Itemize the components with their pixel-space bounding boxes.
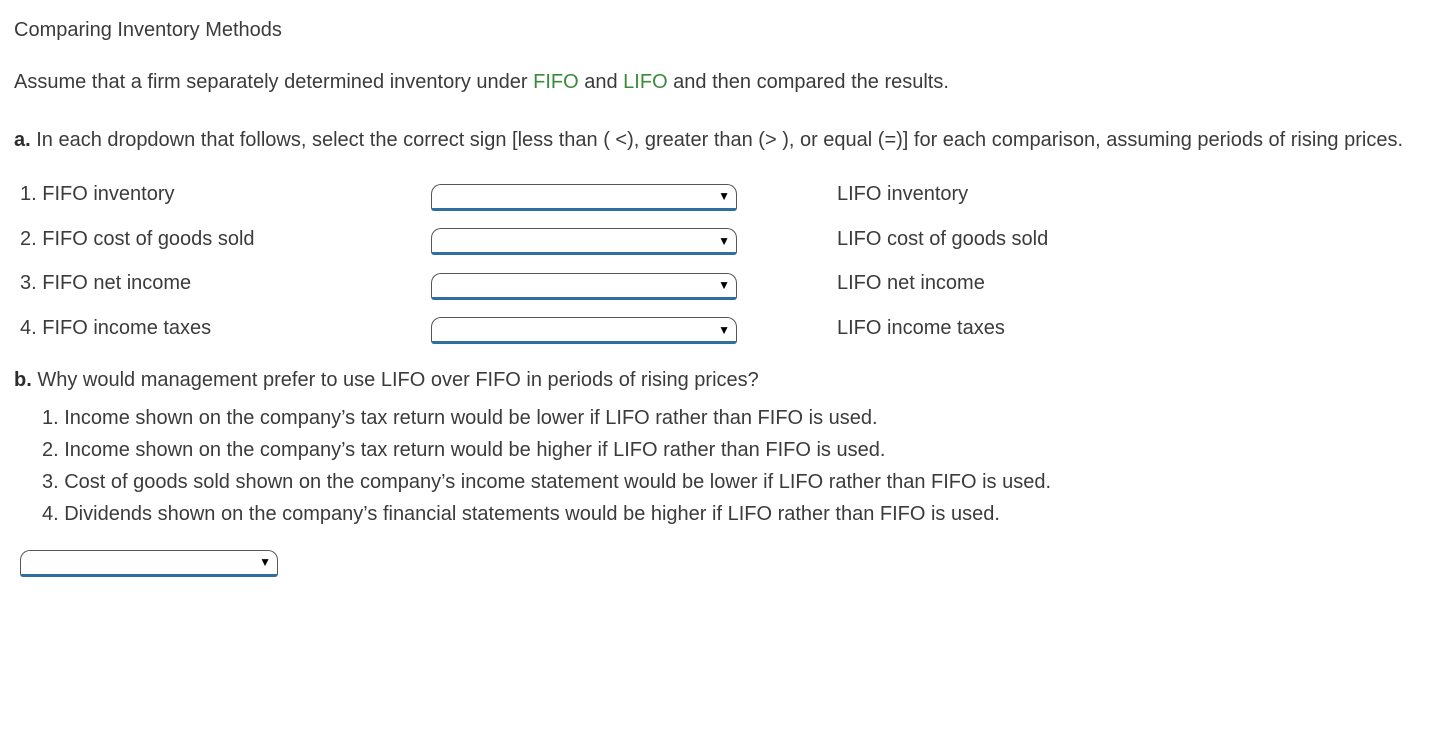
- comparison-left: 2. FIFO cost of goods sold: [14, 217, 425, 262]
- comparison-left: 1. FIFO inventory: [14, 172, 425, 217]
- part-a-text: In each dropdown that follows, select th…: [31, 129, 1403, 151]
- table-row: 3. FIFO net income ▼ LIFO net income: [14, 261, 1048, 306]
- part-b-letter: b.: [14, 369, 32, 391]
- comparison-dropdown-3[interactable]: ▼: [431, 273, 737, 300]
- comparison-dropdown-4[interactable]: ▼: [431, 317, 737, 344]
- answer-option-1: 1. Income shown on the company’s tax ret…: [42, 402, 1422, 434]
- comparison-right: LIFO inventory: [831, 172, 1048, 217]
- chevron-down-icon: ▼: [259, 556, 271, 568]
- intro-post: and then compared the results.: [668, 71, 949, 93]
- comparison-left: 3. FIFO net income: [14, 261, 425, 306]
- intro-text: Assume that a firm separately determined…: [14, 66, 1422, 98]
- table-row: 1. FIFO inventory ▼ LIFO inventory: [14, 172, 1048, 217]
- answer-option-2: 2. Income shown on the company’s tax ret…: [42, 434, 1422, 466]
- page-title: Comparing Inventory Methods: [14, 14, 1422, 46]
- comparison-right: LIFO income taxes: [831, 306, 1048, 351]
- table-row: 2. FIFO cost of goods sold ▼ LIFO cost o…: [14, 217, 1048, 262]
- answer-option-3: 3. Cost of goods sold shown on the compa…: [42, 466, 1422, 498]
- question-page: Comparing Inventory Methods Assume that …: [0, 0, 1436, 597]
- intro-mid1: and: [579, 71, 623, 93]
- comparison-dropdown-1[interactable]: ▼: [431, 184, 737, 211]
- chevron-down-icon: ▼: [718, 324, 730, 336]
- chevron-down-icon: ▼: [718, 190, 730, 202]
- comparison-dropdown-2[interactable]: ▼: [431, 228, 737, 255]
- part-b-dropdown[interactable]: ▼: [20, 550, 278, 577]
- intro-pre: Assume that a firm separately determined…: [14, 71, 533, 93]
- answer-options: 1. Income shown on the company’s tax ret…: [14, 402, 1422, 530]
- table-row: 4. FIFO income taxes ▼ LIFO income taxes: [14, 306, 1048, 351]
- comparison-right: LIFO net income: [831, 261, 1048, 306]
- chevron-down-icon: ▼: [718, 279, 730, 291]
- part-a-letter: a.: [14, 129, 31, 151]
- chevron-down-icon: ▼: [718, 235, 730, 247]
- comparison-right: LIFO cost of goods sold: [831, 217, 1048, 262]
- comparison-table: 1. FIFO inventory ▼ LIFO inventory 2. FI…: [14, 172, 1048, 350]
- term-fifo: FIFO: [533, 71, 579, 93]
- term-lifo: LIFO: [623, 71, 667, 93]
- part-b-question: b. Why would management prefer to use LI…: [14, 364, 1422, 396]
- part-a-question: a. In each dropdown that follows, select…: [14, 124, 1422, 156]
- part-b-text: Why would management prefer to use LIFO …: [32, 369, 759, 391]
- answer-option-4: 4. Dividends shown on the company’s fina…: [42, 498, 1422, 530]
- comparison-left: 4. FIFO income taxes: [14, 306, 425, 351]
